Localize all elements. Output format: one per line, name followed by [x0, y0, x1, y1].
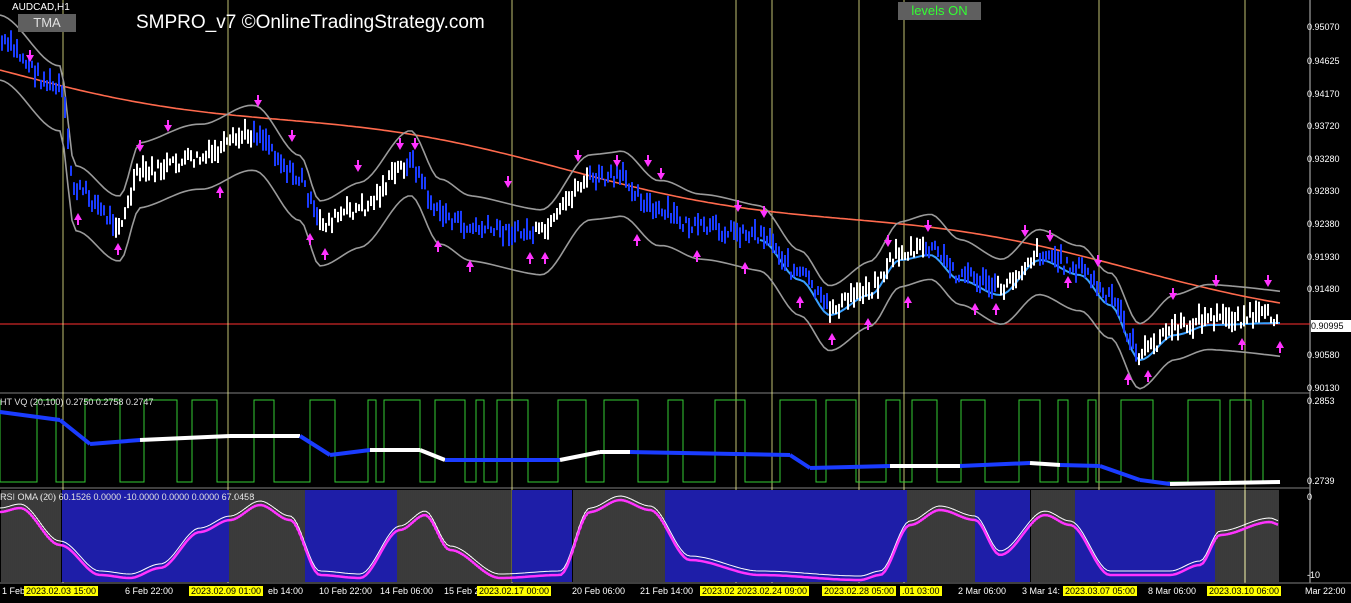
rsi-zone: [665, 490, 907, 582]
price-axis-label: 0.94625: [1307, 56, 1340, 66]
rsi-scale-top: 0: [1307, 492, 1313, 502]
time-axis-label: 14 Feb 06:00: [380, 586, 434, 596]
time-axis-label: 2023.02.09 01:00: [189, 586, 264, 596]
levels-toggle-button[interactable]: levels ON: [898, 2, 981, 20]
time-axis-label: 10 Feb 22:00: [319, 586, 373, 596]
time-axis-label: 2023.02: [700, 586, 737, 596]
time-axis-label: 1 Feb: [2, 586, 26, 596]
price-axis-label: 0.94170: [1307, 89, 1340, 99]
time-axis-label: 2023.02.03 15:00: [24, 586, 99, 596]
time-axis-label: eb 14:00: [268, 586, 304, 596]
vq-line-segment: [1169, 480, 1281, 486]
time-axis-label: 3 Mar 14:: [1022, 586, 1061, 596]
time-axis-label: 2023.02.17 00:00: [477, 586, 552, 596]
price-axis-label: 0.91930: [1307, 252, 1340, 262]
time-axis-label: 2 Mar 06:00: [958, 586, 1007, 596]
vq-line-segment: [809, 464, 891, 470]
rsi-zone: [1075, 490, 1215, 582]
price-axis-label: 0.95070: [1307, 22, 1340, 32]
time-axis-label: 21 Feb 14:00: [640, 586, 694, 596]
price-axis-label: 0.93280: [1307, 154, 1340, 164]
price-axis-label: 0.92830: [1307, 186, 1340, 196]
vq-line-segment: [1029, 461, 1061, 467]
rsi-indicator-label: RSI OMA (20) 60.1526 0.0000 -10.0000 0.0…: [0, 492, 255, 502]
vq-line-segment: [1059, 463, 1101, 468]
time-axis-label: 2023.03.07 05:00: [1063, 586, 1138, 596]
time-axis-label: 20 Feb 06:00: [572, 586, 626, 596]
price-axis-label: 0.93720: [1307, 121, 1340, 131]
vq-indicator-label: HT VQ (20,100) 0.2750 0.2758 0.2747: [0, 397, 154, 407]
time-axis-label: .01 03:00: [900, 586, 942, 596]
current-price-tag: 0.90995: [1311, 320, 1351, 332]
price-axis-label: 0.90130: [1307, 383, 1340, 393]
price-chart[interactable]: [0, 0, 1351, 603]
price-axis-label: 0.92380: [1307, 219, 1340, 229]
time-axis-label: Mar 22:00: [1305, 586, 1346, 596]
price-axis-label: 0.91480: [1307, 284, 1340, 294]
chart-title: SMPRO_v7 ©OnlineTradingStrategy.com: [136, 12, 485, 33]
tma-button[interactable]: TMA: [18, 14, 76, 32]
time-axis-label: 8 Mar 06:00: [1148, 586, 1197, 596]
symbol-label: AUDCAD,H1: [12, 2, 70, 13]
time-axis-label: 6 Feb 22:00: [125, 586, 174, 596]
price-axis-label: 0.90580: [1307, 350, 1340, 360]
time-axis-label: 2023.02.28 05:00: [822, 586, 897, 596]
time-axis-label: 2023.03.10 06:00: [1207, 586, 1282, 596]
rsi-scale-bottom: -10: [1307, 570, 1321, 580]
vq-scale-bottom: 0.2739: [1307, 476, 1335, 486]
time-axis-label: 2023.02.24 09:00: [735, 586, 810, 596]
vq-scale-top: 0.2853: [1307, 396, 1335, 406]
rsi-zone: [305, 490, 397, 582]
